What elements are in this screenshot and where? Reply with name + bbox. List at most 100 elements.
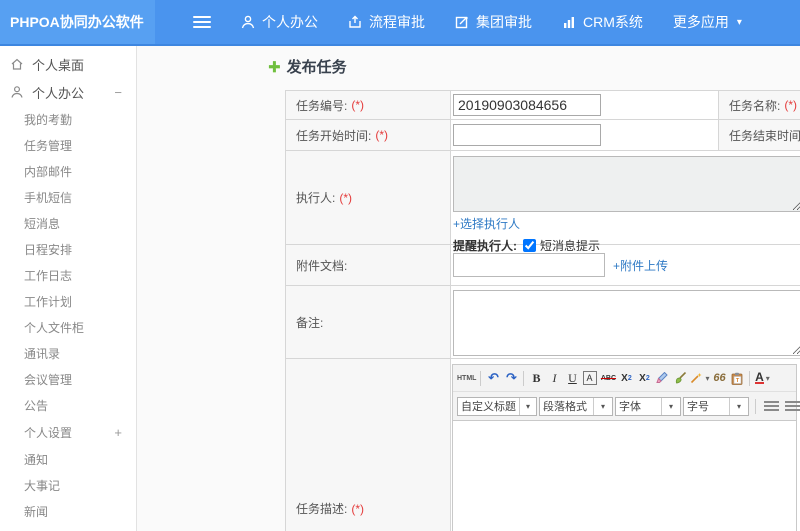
home-icon: [10, 57, 24, 71]
start-time-input[interactable]: [453, 124, 601, 146]
html-source-button[interactable]: HTML: [457, 369, 476, 387]
remark-cell: [451, 286, 800, 359]
underline-button[interactable]: U: [564, 369, 580, 387]
bar-chart-icon: [564, 17, 574, 28]
hamburger-menu-icon[interactable]: [193, 16, 211, 28]
clipboard-icon: T: [732, 372, 743, 385]
page-title: ✚ 发布任务: [268, 58, 347, 77]
caret-down-icon: ▾: [729, 397, 748, 415]
app-logo[interactable]: PHPOA协同办公软件: [0, 0, 155, 44]
caret-down-icon: ▾: [593, 397, 612, 415]
nav-label: CRM系统: [583, 14, 643, 30]
task-name-label: 任务名称: (*): [719, 91, 800, 120]
task-no-input[interactable]: [453, 94, 601, 116]
attachment-input[interactable]: [453, 253, 605, 277]
custom-title-select[interactable]: 自定义标题 ▾: [457, 396, 537, 416]
strikethrough-button[interactable]: ABC: [600, 369, 616, 387]
sidebar-item-work-log[interactable]: 工作日志: [0, 262, 136, 288]
editor-content-area[interactable]: [453, 421, 796, 531]
executor-cell: +选择执行人 提醒执行人: 短消息提示: [451, 151, 800, 253]
user-icon: [241, 15, 255, 29]
undo-button[interactable]: ↶: [485, 369, 501, 387]
caret-down-icon: ▾: [519, 397, 536, 415]
char-border-button[interactable]: A: [583, 371, 598, 385]
caret-down-icon: ▾: [705, 373, 710, 383]
sidebar-item-short-message[interactable]: 短消息: [0, 210, 136, 236]
attachment-cell: +附件上传: [451, 245, 800, 286]
nav-label: 更多应用: [672, 14, 729, 30]
italic-button[interactable]: I: [546, 369, 562, 387]
nav-group-approval[interactable]: 集团审批: [455, 12, 532, 32]
main-content: ✚ 发布任务 任务编号:(*) 任务名称:(*) 任务开始时间:(*) 任务结束…: [138, 46, 800, 531]
sidebar-item-file-cabinet[interactable]: 个人文件柜: [0, 314, 136, 340]
nav-personal-office[interactable]: 个人办公: [241, 12, 318, 32]
user-icon: [10, 85, 24, 99]
magic-wand-icon: [691, 373, 702, 384]
executor-textarea[interactable]: [453, 156, 800, 212]
sidebar-item-news[interactable]: 新闻: [0, 498, 136, 524]
rich-text-editor: HTML ↶ ↷ B I U A ABC X2 X2 ▾ 66 T A ▾ 自定…: [452, 364, 800, 531]
plus-icon: ✚: [268, 58, 281, 76]
nav-workflow-approval[interactable]: 流程审批: [348, 12, 425, 32]
expand-icon[interactable]: +: [114, 425, 122, 440]
editor-toolbar-row2: 自定义标题 ▾ 段落格式 ▾ 字体 ▾ 字号 ▾: [453, 392, 800, 421]
remark-textarea[interactable]: [453, 290, 800, 356]
paste-button[interactable]: T: [729, 369, 745, 387]
sidebar-item-my-attendance[interactable]: 我的考勤: [0, 106, 136, 132]
top-header: PHPOA协同办公软件 个人办公 流程审批 集团审批 CRM系统 更多应用 ▾: [0, 0, 800, 46]
eraser-icon: [656, 372, 668, 383]
nav-crm-system[interactable]: CRM系统: [562, 12, 643, 32]
font-size-select[interactable]: 字号 ▾: [683, 396, 749, 416]
subscript-button[interactable]: X2: [636, 369, 652, 387]
sidebar-item-schedule[interactable]: 日程安排: [0, 236, 136, 262]
edit-square-icon: [455, 16, 468, 29]
nav-label: 集团审批: [476, 14, 532, 30]
font-family-select[interactable]: 字体 ▾: [615, 396, 681, 416]
align-center-icon[interactable]: [785, 400, 800, 412]
export-icon: [349, 15, 361, 28]
end-time-label: 任务结束时间:(*): [719, 120, 800, 151]
sidebar-item-internal-mail[interactable]: 内部邮件: [0, 158, 136, 184]
editor-toolbar-row1: HTML ↶ ↷ B I U A ABC X2 X2 ▾ 66 T A ▾: [453, 365, 796, 392]
description-cell: HTML ↶ ↷ B I U A ABC X2 X2 ▾ 66 T A ▾ 自定…: [451, 359, 800, 531]
caret-down-icon: ▾: [661, 397, 680, 415]
executor-label: 执行人: (*): [286, 151, 451, 245]
sidebar-item-mobile-sms[interactable]: 手机短信: [0, 184, 136, 210]
attachment-upload-link[interactable]: +附件上传: [613, 257, 668, 274]
sidebar-item-task-management[interactable]: 任务管理: [0, 132, 136, 158]
superscript-button[interactable]: X2: [618, 369, 634, 387]
paragraph-format-select[interactable]: 段落格式 ▾: [539, 396, 613, 416]
attachment-label: 附件文档:: [286, 245, 451, 286]
sidebar-item-personal-office[interactable]: 个人办公 −: [0, 78, 136, 106]
choose-executor-link[interactable]: +选择执行人: [453, 217, 520, 231]
blockquote-button[interactable]: 66: [711, 369, 727, 387]
quick-format-button[interactable]: ▾: [690, 369, 709, 387]
sidebar-item-personal-desktop[interactable]: 个人桌面: [0, 50, 136, 78]
sidebar-item-meeting-management[interactable]: 会议管理: [0, 366, 136, 392]
sidebar-item-work-plan[interactable]: 工作计划: [0, 288, 136, 314]
nav-more-apps[interactable]: 更多应用 ▾: [673, 12, 742, 32]
sidebar: 个人桌面 个人办公 − 我的考勤 任务管理 内部邮件 手机短信 短消息 日程安排…: [0, 46, 137, 531]
sidebar-item-contacts[interactable]: 通讯录: [0, 340, 136, 366]
sidebar-item-notification[interactable]: 通知: [0, 446, 136, 472]
description-label: 任务描述: (*): [286, 359, 451, 531]
sidebar-item-announcement[interactable]: 公告: [0, 392, 136, 418]
start-time-label: 任务开始时间: (*): [286, 120, 451, 151]
publish-task-form: 任务编号:(*) 任务名称:(*) 任务开始时间:(*) 任务结束时间:(*) …: [285, 90, 800, 531]
remark-label: 备注:: [286, 286, 451, 359]
nav-label: 流程审批: [369, 14, 425, 30]
align-left-icon[interactable]: [764, 400, 779, 412]
caret-down-icon: ▾: [736, 16, 742, 28]
font-color-button[interactable]: A ▾: [754, 369, 770, 387]
brush-icon: [675, 372, 687, 384]
sidebar-item-personal-settings[interactable]: 个人设置 +: [0, 418, 136, 446]
task-no-label: 任务编号: (*): [286, 91, 451, 120]
remove-format-button[interactable]: [654, 369, 670, 387]
format-brush-button[interactable]: [672, 369, 688, 387]
bold-button[interactable]: B: [528, 369, 544, 387]
sidebar-item-memorabilia[interactable]: 大事记: [0, 472, 136, 498]
collapse-icon[interactable]: −: [114, 85, 122, 100]
redo-button[interactable]: ↷: [503, 369, 519, 387]
caret-down-icon: ▾: [765, 373, 770, 383]
nav-label: 个人办公: [262, 14, 318, 30]
